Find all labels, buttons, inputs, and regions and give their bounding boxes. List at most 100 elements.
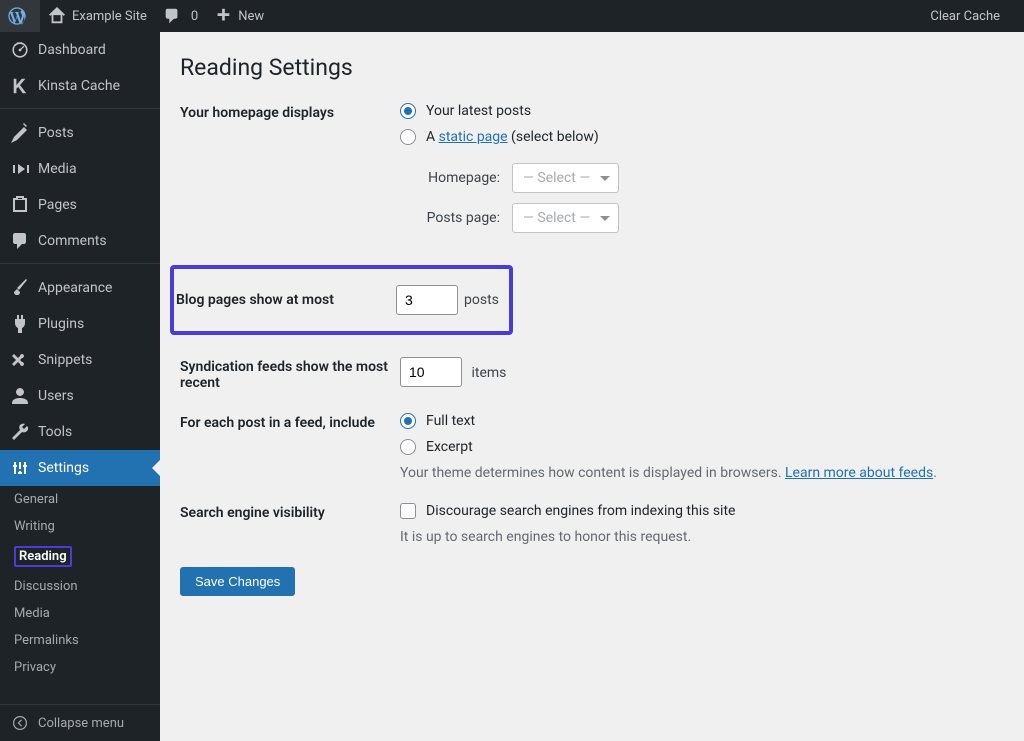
select-label: Posts page: xyxy=(410,210,500,226)
homepage-select[interactable]: — Select — xyxy=(512,163,619,193)
wrench-icon xyxy=(10,422,30,442)
wordpress-icon xyxy=(8,7,26,25)
sub-writing[interactable]: Writing xyxy=(0,513,160,540)
sidebar-item-pages[interactable]: Pages xyxy=(0,187,160,223)
radio-icon xyxy=(400,413,416,429)
row-label: For each post in a feed, include xyxy=(180,413,400,431)
row-blog-pages: Blog pages show at most posts xyxy=(172,265,1004,335)
sidebar-item-label: Plugins xyxy=(38,316,84,332)
sub-privacy[interactable]: Privacy xyxy=(0,654,160,681)
sidebar-item-label: Pages xyxy=(38,197,77,213)
kinsta-icon xyxy=(10,76,30,96)
sub-permalinks[interactable]: Permalinks xyxy=(0,627,160,654)
brush-icon xyxy=(10,278,30,298)
sidebar-item-tools[interactable]: Tools xyxy=(0,414,160,450)
row-label: Blog pages show at most xyxy=(174,292,396,308)
admin-bar: Example Site 0 New Clear Cache xyxy=(0,0,1024,32)
homepage-select-row: Homepage: — Select — xyxy=(410,163,1004,193)
plug-icon xyxy=(10,314,30,334)
feed-description: Your theme determines how content is dis… xyxy=(400,465,1004,481)
sidebar-item-label: Posts xyxy=(38,125,74,141)
sidebar-item-label: Comments xyxy=(38,233,107,249)
radio-static-page[interactable]: A static page (select below) xyxy=(400,129,1004,145)
sidebar-item-label: Tools xyxy=(38,424,72,440)
save-button[interactable]: Save Changes xyxy=(180,567,295,596)
admin-sidebar: Dashboard Kinsta Cache Posts Media Pages… xyxy=(0,32,160,741)
sidebar-item-appearance[interactable]: Appearance xyxy=(0,270,160,306)
row-search-visibility: Search engine visibility Discourage sear… xyxy=(180,503,1004,545)
collapse-label: Collapse menu xyxy=(38,716,124,731)
checkbox-icon xyxy=(400,503,416,519)
learn-more-feeds-link[interactable]: Learn more about feeds xyxy=(785,465,933,481)
sidebar-item-label: Media xyxy=(38,161,77,177)
comments-menu[interactable]: 0 xyxy=(155,0,206,32)
home-icon xyxy=(48,7,66,25)
settings-submenu: General Writing Reading Discussion Media… xyxy=(0,486,160,681)
collapse-menu[interactable]: Collapse menu xyxy=(0,704,160,741)
radio-excerpt[interactable]: Excerpt xyxy=(400,439,1004,455)
sidebar-item-dashboard[interactable]: Dashboard xyxy=(0,32,160,68)
site-name-menu[interactable]: Example Site xyxy=(40,0,155,32)
radio-latest-posts[interactable]: Your latest posts xyxy=(400,103,1004,119)
unit-label: items xyxy=(471,365,506,381)
comment-icon xyxy=(10,231,30,251)
sidebar-item-media[interactable]: Media xyxy=(0,151,160,187)
comment-icon xyxy=(163,7,181,25)
sidebar-item-label: Dashboard xyxy=(38,42,106,58)
postspage-select[interactable]: — Select — xyxy=(512,203,619,233)
row-feed-include: For each post in a feed, include Full te… xyxy=(180,413,1004,481)
checkbox-discourage[interactable]: Discourage search engines from indexing … xyxy=(400,503,1004,519)
checkbox-label: Discourage search engines from indexing … xyxy=(426,503,735,519)
sidebar-item-label: Users xyxy=(38,388,74,404)
radio-icon xyxy=(400,439,416,455)
static-page-link[interactable]: static page xyxy=(439,129,508,145)
new-content-menu[interactable]: New xyxy=(206,0,272,32)
radio-label: A static page (select below) xyxy=(426,129,599,145)
main-content: Reading Settings Your homepage displays … xyxy=(160,32,1024,612)
row-syndication-feeds: Syndication feeds show the most recent i… xyxy=(180,357,1004,391)
clear-cache[interactable]: Clear Cache xyxy=(922,0,1008,32)
row-label: Syndication feeds show the most recent xyxy=(180,357,400,391)
media-icon xyxy=(10,159,30,179)
sub-reading[interactable]: Reading xyxy=(0,540,160,573)
pin-icon xyxy=(10,123,30,143)
page-icon xyxy=(10,195,30,215)
radio-label: Your latest posts xyxy=(426,103,531,119)
sidebar-item-label: Snippets xyxy=(38,352,92,368)
posts-per-page-input[interactable] xyxy=(396,285,458,315)
sidebar-item-users[interactable]: Users xyxy=(0,378,160,414)
sub-discussion[interactable]: Discussion xyxy=(0,573,160,600)
feed-items-input[interactable] xyxy=(400,357,462,387)
row-label: Your homepage displays xyxy=(180,103,400,121)
sub-general[interactable]: General xyxy=(0,486,160,513)
row-label: Search engine visibility xyxy=(180,503,400,521)
sidebar-item-settings[interactable]: Settings xyxy=(0,450,160,486)
sidebar-item-label: Appearance xyxy=(38,280,112,296)
wp-logo-menu[interactable] xyxy=(0,0,40,32)
dashboard-icon xyxy=(10,40,30,60)
sidebar-item-snippets[interactable]: Snippets xyxy=(0,342,160,378)
sidebar-item-label: Kinsta Cache xyxy=(38,78,120,94)
radio-full-text[interactable]: Full text xyxy=(400,413,1004,429)
plus-icon xyxy=(214,7,232,25)
clear-cache-text: Clear Cache xyxy=(930,9,1000,24)
radio-label: Excerpt xyxy=(426,439,473,455)
sub-media[interactable]: Media xyxy=(0,600,160,627)
site-name-text: Example Site xyxy=(72,9,147,24)
select-label: Homepage: xyxy=(410,170,500,186)
sidebar-item-label: Settings xyxy=(38,460,89,476)
row-homepage-displays: Your homepage displays Your latest posts… xyxy=(180,103,1004,243)
radio-icon xyxy=(400,103,416,119)
collapse-icon xyxy=(10,713,30,733)
sliders-icon xyxy=(10,458,30,478)
sidebar-item-comments[interactable]: Comments xyxy=(0,223,160,259)
new-label: New xyxy=(238,9,264,24)
highlight-box: Blog pages show at most posts xyxy=(170,265,513,335)
radio-label: Full text xyxy=(426,413,475,429)
sidebar-item-plugins[interactable]: Plugins xyxy=(0,306,160,342)
scissors-icon xyxy=(10,350,30,370)
user-icon xyxy=(10,386,30,406)
sidebar-item-kinsta[interactable]: Kinsta Cache xyxy=(0,68,160,104)
sidebar-item-posts[interactable]: Posts xyxy=(0,115,160,151)
unit-label: posts xyxy=(464,292,499,308)
